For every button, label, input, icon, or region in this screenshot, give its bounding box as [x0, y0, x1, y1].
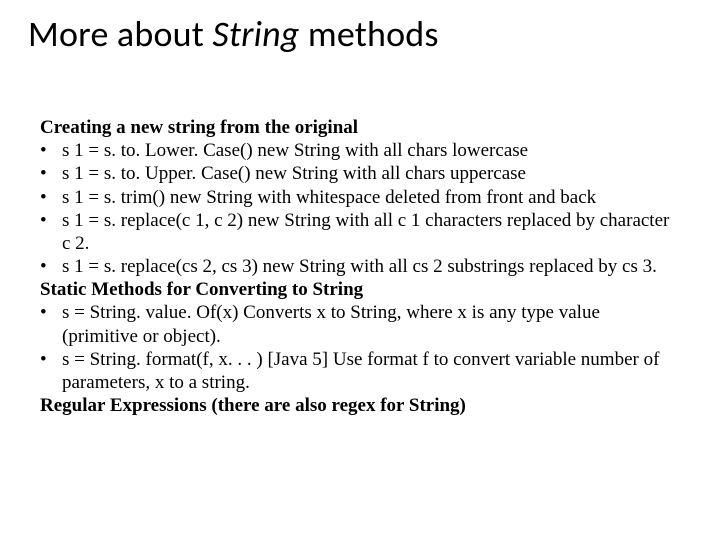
title-part-2: methods — [300, 12, 439, 56]
bullet-text: s 1 = s. to. Upper. Case() new String wi… — [62, 162, 680, 185]
bullet-icon: • — [40, 139, 62, 162]
list-item: • s 1 = s. trim() new String with whites… — [40, 186, 680, 209]
title-part-1: More about — [28, 12, 212, 56]
bullet-icon: • — [40, 162, 62, 185]
slide-title: More about String methods — [28, 12, 692, 56]
bullet-icon: • — [40, 255, 62, 278]
bullet-icon: • — [40, 301, 62, 324]
bullet-text: s 1 = s. to. Lower. Case() new String wi… — [62, 139, 680, 162]
section-heading-2: Static Methods for Converting to String — [40, 278, 680, 301]
list-item: • s 1 = s. replace(c 1, c 2) new String … — [40, 209, 680, 255]
slide-body: Creating a new string from the original … — [28, 116, 692, 417]
section-heading-1: Creating a new string from the original — [40, 116, 680, 139]
bullet-text: s 1 = s. replace(c 1, c 2) new String wi… — [62, 209, 680, 255]
list-item: • s = String. format(f, x. . . ) [Java 5… — [40, 348, 680, 394]
bullet-icon: • — [40, 209, 62, 232]
section-heading-3: Regular Expressions (there are also rege… — [40, 394, 680, 417]
bullet-text: s = String. format(f, x. . . ) [Java 5] … — [62, 348, 680, 394]
bullet-icon: • — [40, 186, 62, 209]
bullet-icon: • — [40, 348, 62, 371]
bullet-text: s 1 = s. replace(cs 2, cs 3) new String … — [62, 255, 680, 278]
title-italic: String — [212, 12, 299, 56]
bullet-text: s = String. value. Of(x) Converts x to S… — [62, 301, 680, 347]
list-item: • s 1 = s. to. Upper. Case() new String … — [40, 162, 680, 185]
slide: More about String methods Creating a new… — [0, 0, 720, 540]
list-item: • s = String. value. Of(x) Converts x to… — [40, 301, 680, 347]
list-item: • s 1 = s. to. Lower. Case() new String … — [40, 139, 680, 162]
bullet-text: s 1 = s. trim() new String with whitespa… — [62, 186, 680, 209]
list-item: • s 1 = s. replace(cs 2, cs 3) new Strin… — [40, 255, 680, 278]
